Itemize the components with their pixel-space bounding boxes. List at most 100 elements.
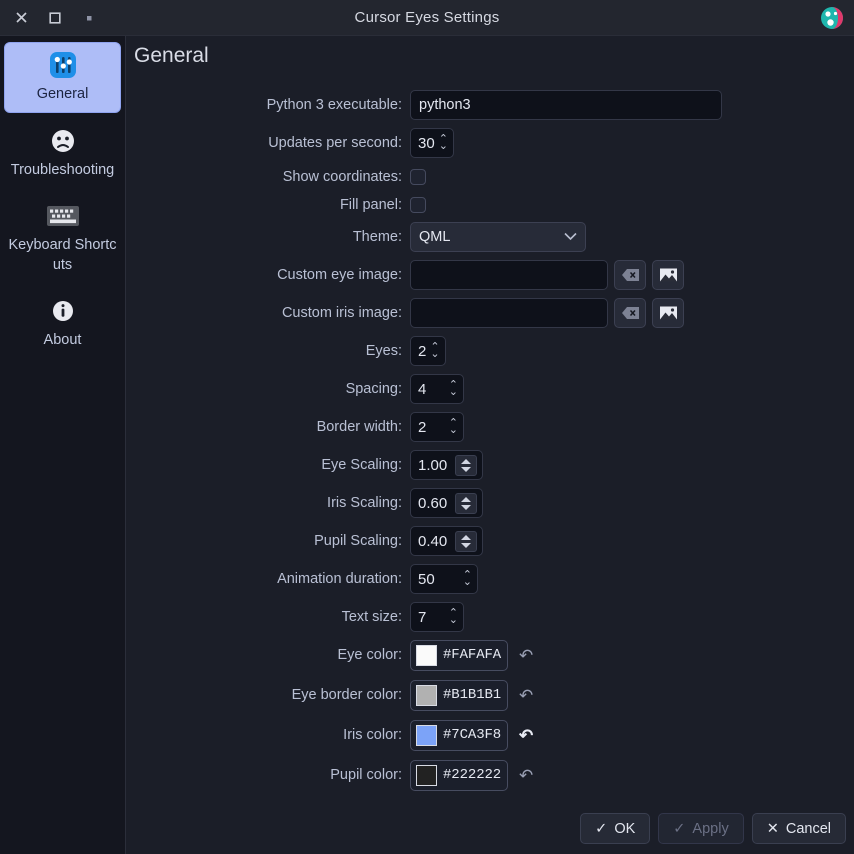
animation-duration-spinbox[interactable]: 50 ⌃⌄ [410,564,478,594]
reset-icon[interactable]: ↶ [519,727,533,744]
sidebar-item-label: Keyboard Shortcuts [8,235,117,275]
ok-button-label: OK [614,821,635,837]
label-eye-scaling: Eye Scaling: [126,457,410,473]
iris-scaling-value: 0.60 [418,495,447,512]
label-custom-eye-image: Custom eye image: [126,267,410,283]
close-icon[interactable] [7,4,35,32]
maximize-icon[interactable] [41,4,69,32]
label-theme: Theme: [126,229,410,245]
image-picker-icon[interactable] [652,298,684,328]
eye-scaling-spinbox[interactable]: 1.00 [410,450,483,480]
row-custom-iris-image: Custom iris image: [126,299,852,327]
sliders-icon [9,50,116,80]
reset-icon[interactable]: ↶ [519,647,533,664]
label-animation-duration: Animation duration: [126,571,410,587]
eyes-value: 2 [418,343,426,360]
iris-color-swatch[interactable] [416,725,437,746]
python-executable-input[interactable]: python3 [410,90,722,120]
row-updates-per-second: Updates per second: 30 ⌃⌄ [126,129,852,157]
row-eye-border-color: Eye border color: #B1B1B1 ↶ [126,681,852,709]
sidebar-item-about[interactable]: About [4,289,121,358]
row-fill-panel: Fill panel: [126,191,852,219]
custom-iris-image-input[interactable] [410,298,608,328]
row-custom-eye-image: Custom eye image: [126,261,852,289]
keyboard-icon [8,201,117,231]
settings-panel: General Python 3 executable: python3 Upd… [126,36,854,854]
label-fill-panel: Fill panel: [126,197,410,213]
theme-select[interactable]: QML [410,222,586,252]
eye-border-color-swatch[interactable] [416,685,437,706]
apply-button[interactable]: ✓ Apply [658,813,743,844]
pupil-color-swatch[interactable] [416,765,437,786]
updates-per-second-value: 30 [418,135,435,152]
ok-button[interactable]: ✓ OK [580,813,650,844]
label-iris-scaling: Iris Scaling: [126,495,410,511]
image-picker-icon[interactable] [652,260,684,290]
spacing-spinbox[interactable]: 4 ⌃⌄ [410,374,464,404]
border-width-spinbox[interactable]: 2 ⌃⌄ [410,412,464,442]
row-iris-scaling: Iris Scaling: 0.60 [126,489,852,517]
reset-icon[interactable]: ↶ [519,687,533,704]
label-custom-iris-image: Custom iris image: [126,305,410,321]
label-border-width: Border width: [126,419,410,435]
row-show-coordinates: Show coordinates: [126,163,852,191]
sidebar-item-label: Troubleshooting [8,160,117,180]
custom-eye-image-input[interactable] [410,260,608,290]
page-title: General [134,44,209,68]
row-pupil-scaling: Pupil Scaling: 0.40 [126,527,852,555]
spinner-arrows-icon[interactable]: ⌃⌄ [449,420,458,434]
eye-color-value: #FAFAFA [443,647,501,663]
animation-duration-value: 50 [418,571,435,588]
cancel-button[interactable]: ✕ Cancel [752,813,846,844]
spinner-arrows-icon[interactable] [455,531,477,552]
sidebar-item-general[interactable]: General [4,42,121,113]
row-animation-duration: Animation duration: 50 ⌃⌄ [126,565,852,593]
sidebar-item-troubleshooting[interactable]: Troubleshooting [4,119,121,188]
iris-color-value: #7CA3F8 [443,727,501,743]
eyes-spinbox[interactable]: 2 ⌃⌄ [410,336,446,366]
iris-color-picker[interactable]: #7CA3F8 [410,720,508,751]
eye-scaling-value: 1.00 [418,457,447,474]
chevron-down-icon [564,229,577,245]
sad-face-icon [8,126,117,156]
sidebar-item-label: About [8,330,117,350]
eye-color-picker[interactable]: #FAFAFA [410,640,508,671]
spinner-arrows-icon[interactable] [455,493,477,514]
row-text-size: Text size: 7 ⌃⌄ [126,603,852,631]
updates-per-second-spinbox[interactable]: 30 ⌃⌄ [410,128,454,158]
label-pupil-color: Pupil color: [126,767,410,783]
eye-border-color-picker[interactable]: #B1B1B1 [410,680,508,711]
sidebar: General Troubleshooting [0,36,126,854]
pupil-color-value: #222222 [443,767,501,783]
minimize-icon[interactable] [75,4,103,32]
spinner-arrows-icon[interactable]: ⌃⌄ [430,344,439,358]
reset-icon[interactable]: ↶ [519,767,533,784]
dialog-button-bar: ✓ OK ✓ Apply ✕ Cancel [580,813,846,844]
spinner-arrows-icon[interactable] [455,455,477,476]
label-eye-color: Eye color: [126,647,410,663]
spinner-arrows-icon[interactable]: ⌃⌄ [449,610,458,624]
show-coordinates-checkbox[interactable] [410,169,426,185]
iris-scaling-spinbox[interactable]: 0.60 [410,488,483,518]
row-iris-color: Iris color: #7CA3F8 ↶ [126,721,852,749]
pupil-scaling-spinbox[interactable]: 0.40 [410,526,483,556]
row-eye-scaling: Eye Scaling: 1.00 [126,451,852,479]
spinner-arrows-icon[interactable]: ⌃⌄ [449,382,458,396]
label-iris-color: Iris color: [126,727,410,743]
window-body: General Troubleshooting [0,36,854,854]
clear-icon[interactable] [614,298,646,328]
spacing-value: 4 [418,381,426,398]
cancel-button-label: Cancel [786,821,831,837]
fill-panel-checkbox[interactable] [410,197,426,213]
spinner-arrows-icon[interactable]: ⌃⌄ [463,572,472,586]
row-border-width: Border width: 2 ⌃⌄ [126,413,852,441]
clear-icon[interactable] [614,260,646,290]
border-width-value: 2 [418,419,426,436]
eye-color-swatch[interactable] [416,645,437,666]
sidebar-item-keyboard-shortcuts[interactable]: Keyboard Shortcuts [4,194,121,283]
label-updates-per-second: Updates per second: [126,135,410,151]
cursor-eyes-icon [818,4,846,32]
text-size-spinbox[interactable]: 7 ⌃⌄ [410,602,464,632]
pupil-color-picker[interactable]: #222222 [410,760,508,791]
spinner-arrows-icon[interactable]: ⌃⌄ [439,136,448,150]
